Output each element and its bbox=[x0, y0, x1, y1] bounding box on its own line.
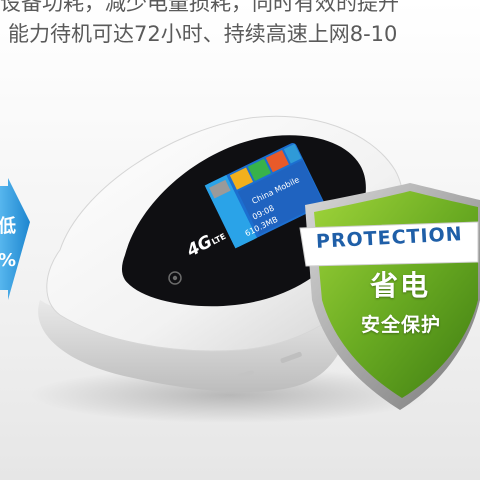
badge-text-bottom: % bbox=[0, 250, 16, 272]
power-button-dot bbox=[172, 275, 178, 281]
badge-text: 低 % bbox=[0, 216, 16, 272]
shield-big-text: 省电 bbox=[369, 269, 430, 302]
logo-sub: LTE bbox=[210, 231, 228, 247]
badge-text-top: 低 bbox=[0, 216, 16, 237]
shield-small-text: 安全保护 bbox=[360, 314, 441, 336]
